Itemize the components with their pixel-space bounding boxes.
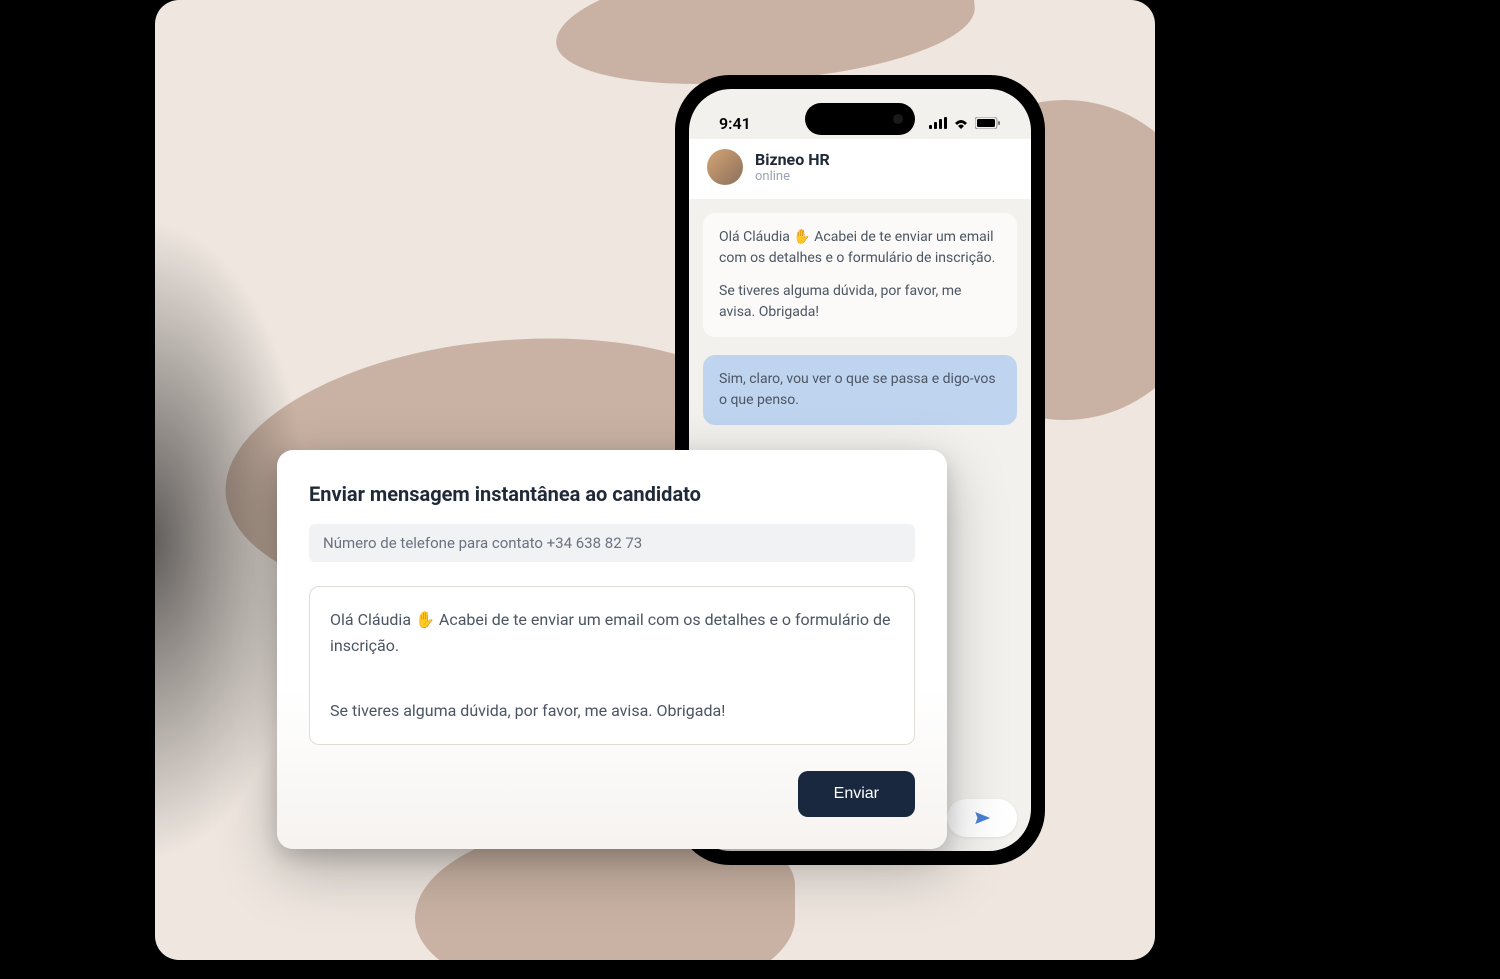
wifi-icon [953,117,969,129]
send-message-modal: Enviar mensagem instantânea ao candidato… [277,450,947,849]
modal-title: Enviar mensagem instantânea ao candidato [309,482,915,506]
message-textarea[interactable]: Olá Cláudia ✋ Acabei de te enviar um ema… [309,586,915,745]
chat-status: online [755,169,830,184]
message-line: Olá Cláudia ✋ Acabei de te enviar um ema… [330,607,894,658]
cellular-icon [929,117,947,129]
battery-icon [975,117,1001,129]
status-icons [929,117,1001,129]
send-button[interactable] [947,799,1017,837]
avatar[interactable] [707,149,743,185]
outgoing-message: Sim, claro, vou ver o que se passa e dig… [703,355,1017,425]
dynamic-island [805,103,915,135]
send-button[interactable]: Enviar [798,771,915,817]
message-text: Sim, claro, vou ver o que se passa e dig… [719,369,1001,411]
modal-footer: Enviar [309,771,915,817]
status-time: 9:41 [719,114,751,133]
phone-number-input[interactable]: Número de telefone para contato +34 638 … [309,524,915,562]
message-text: Se tiveres alguma dúvida, por favor, me … [719,281,1001,323]
message-line: Se tiveres alguma dúvida, por favor, me … [330,698,894,724]
chat-header: Bizneo HR online [689,139,1031,199]
chat-name: Bizneo HR [755,150,830,169]
incoming-message: Olá Cláudia ✋ Acabei de te enviar um ema… [703,213,1017,337]
message-text: Olá Cláudia ✋ Acabei de te enviar um ema… [719,227,1001,269]
send-icon [973,809,991,827]
